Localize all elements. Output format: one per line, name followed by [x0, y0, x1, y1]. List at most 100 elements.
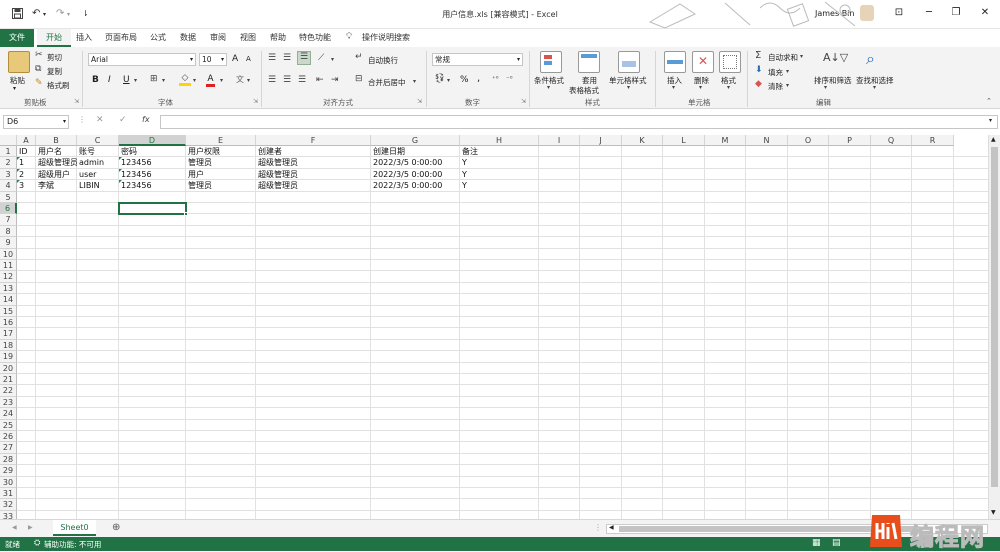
chevron-down-icon[interactable]: ▾: [699, 84, 702, 91]
normal-view-icon[interactable]: ▦: [812, 538, 821, 548]
increase-indent-icon[interactable]: ⇥: [331, 75, 339, 85]
chevron-down-icon[interactable]: ▾: [800, 53, 803, 60]
row-header-9[interactable]: 9: [0, 237, 17, 249]
cell-h2[interactable]: Y: [461, 157, 539, 168]
prev-sheet-icon[interactable]: ◀: [12, 524, 17, 531]
align-top-icon[interactable]: ☰: [268, 53, 276, 63]
cell-a1[interactable]: ID: [18, 146, 36, 157]
chevron-down-icon[interactable]: ▾: [447, 77, 450, 84]
chevron-down-icon[interactable]: ▾: [162, 77, 165, 84]
row-header-28[interactable]: 28: [0, 453, 17, 466]
chevron-down-icon[interactable]: ▾: [547, 84, 550, 91]
percent-button[interactable]: %: [460, 75, 469, 85]
enter-icon[interactable]: ✓: [119, 115, 127, 125]
next-sheet-icon[interactable]: ▶: [28, 524, 33, 531]
tab-features[interactable]: 特色功能: [295, 29, 335, 47]
row-header-18[interactable]: 18: [0, 339, 17, 352]
column-header-d[interactable]: D: [119, 135, 186, 146]
row-header-12[interactable]: 12: [0, 271, 17, 283]
restore-icon[interactable]: ❐: [945, 5, 967, 21]
chevron-down-icon[interactable]: ▾: [247, 77, 250, 84]
row-header-1[interactable]: 1: [0, 146, 17, 158]
cell-c3[interactable]: user: [78, 169, 119, 180]
cell-b2[interactable]: 超级管理员: [37, 157, 77, 168]
fill-button[interactable]: 填充: [768, 67, 783, 78]
row-header-5[interactable]: 5: [0, 191, 17, 203]
chevron-down-icon[interactable]: ▾: [331, 56, 334, 63]
cell-h3[interactable]: Y: [461, 169, 539, 180]
cell-a3[interactable]: 2: [18, 169, 36, 180]
tab-page-layout[interactable]: 页面布局: [101, 29, 141, 47]
row-header-33[interactable]: 33: [0, 510, 17, 519]
cell-d2[interactable]: 123456: [120, 157, 186, 168]
cell-e2[interactable]: 管理员: [187, 157, 256, 168]
borders-icon[interactable]: ⊞: [150, 74, 158, 84]
chevron-down-icon[interactable]: ▾: [627, 84, 630, 91]
paste-dropdown-icon[interactable]: ▾: [13, 85, 16, 92]
row-header-8[interactable]: 8: [0, 225, 17, 238]
increase-decimal-icon[interactable]: ⁺⁰: [492, 75, 499, 83]
cell-f1[interactable]: 创建者: [257, 146, 371, 157]
column-header-m[interactable]: M: [705, 135, 746, 146]
row-header-11[interactable]: 11: [0, 260, 17, 272]
wrap-text-button[interactable]: 自动换行: [368, 55, 398, 66]
italic-button[interactable]: I: [108, 75, 111, 85]
tab-review[interactable]: 审阅: [206, 29, 230, 47]
row-header-23[interactable]: 23: [0, 396, 17, 409]
row-header-27[interactable]: 27: [0, 442, 17, 454]
scroll-thumb[interactable]: [991, 147, 998, 487]
minimize-icon[interactable]: ─: [918, 5, 940, 21]
cell-c4[interactable]: LIBIN: [78, 180, 119, 191]
autosum-button[interactable]: 自动求和: [768, 52, 798, 63]
page-layout-view-icon[interactable]: ▤: [832, 538, 841, 548]
accessibility-status[interactable]: 辅助功能: 不可用: [44, 539, 101, 550]
column-header-n[interactable]: N: [746, 135, 788, 146]
chevron-down-icon[interactable]: ▾: [134, 77, 137, 84]
tell-me-search[interactable]: 操作说明搜索: [358, 29, 414, 47]
tab-insert[interactable]: 插入: [72, 29, 96, 47]
cell-e3[interactable]: 用户: [187, 169, 256, 180]
fill-color-icon[interactable]: ◇: [179, 73, 191, 86]
column-header-j[interactable]: J: [580, 135, 622, 146]
cell-a4[interactable]: 3: [18, 180, 36, 191]
format-painter-button[interactable]: 格式刷: [47, 80, 70, 91]
align-center-icon[interactable]: ☰: [283, 75, 291, 85]
tab-help[interactable]: 帮助: [266, 29, 290, 47]
row-header-30[interactable]: 30: [0, 476, 17, 488]
align-middle-icon[interactable]: ☰: [283, 53, 291, 63]
cell-h1[interactable]: 备注: [461, 146, 539, 157]
chevron-down-icon[interactable]: ▾: [786, 82, 789, 89]
cell-d1[interactable]: 密码: [120, 146, 186, 157]
underline-button[interactable]: U: [123, 75, 130, 85]
align-right-icon[interactable]: ☰: [298, 75, 306, 85]
cell-g2[interactable]: 2022/3/5 0:00:00: [372, 157, 460, 168]
scroll-left-icon[interactable]: ◀: [609, 524, 614, 531]
font-color-button[interactable]: A: [206, 74, 215, 87]
cell-g1[interactable]: 创建日期: [372, 146, 460, 157]
cell-b4[interactable]: 李斌: [37, 180, 77, 191]
column-header-o[interactable]: O: [788, 135, 829, 146]
row-header-29[interactable]: 29: [0, 465, 17, 477]
font-name-select[interactable]: Arial ▾: [88, 53, 196, 66]
orientation-icon[interactable]: ⟋: [318, 53, 324, 63]
cell-f2[interactable]: 超级管理员: [257, 157, 371, 168]
decrease-indent-icon[interactable]: ⇤: [316, 75, 324, 85]
expand-formula-bar-icon[interactable]: ▾: [989, 117, 992, 124]
scroll-up-icon[interactable]: ▲: [991, 136, 996, 143]
font-dialog-launcher-icon[interactable]: ⇲: [253, 98, 258, 105]
row-header-17[interactable]: 17: [0, 328, 17, 340]
close-icon[interactable]: ✕: [974, 5, 996, 21]
chevron-down-icon[interactable]: ▾: [824, 84, 827, 91]
column-header-b[interactable]: B: [36, 135, 77, 146]
chevron-down-icon[interactable]: ▾: [193, 77, 196, 84]
cancel-icon[interactable]: ✕: [96, 115, 104, 125]
tab-view[interactable]: 视图: [236, 29, 260, 47]
column-header-l[interactable]: L: [663, 135, 705, 146]
comma-button[interactable]: ,: [477, 73, 480, 84]
cell-c1[interactable]: 账号: [78, 146, 119, 157]
chevron-down-icon[interactable]: ▾: [786, 68, 789, 75]
row-header-26[interactable]: 26: [0, 431, 17, 443]
clipboard-dialog-launcher-icon[interactable]: ⇲: [74, 98, 79, 105]
column-header-r[interactable]: R: [912, 135, 954, 146]
chevron-down-icon[interactable]: ▾: [413, 78, 416, 85]
